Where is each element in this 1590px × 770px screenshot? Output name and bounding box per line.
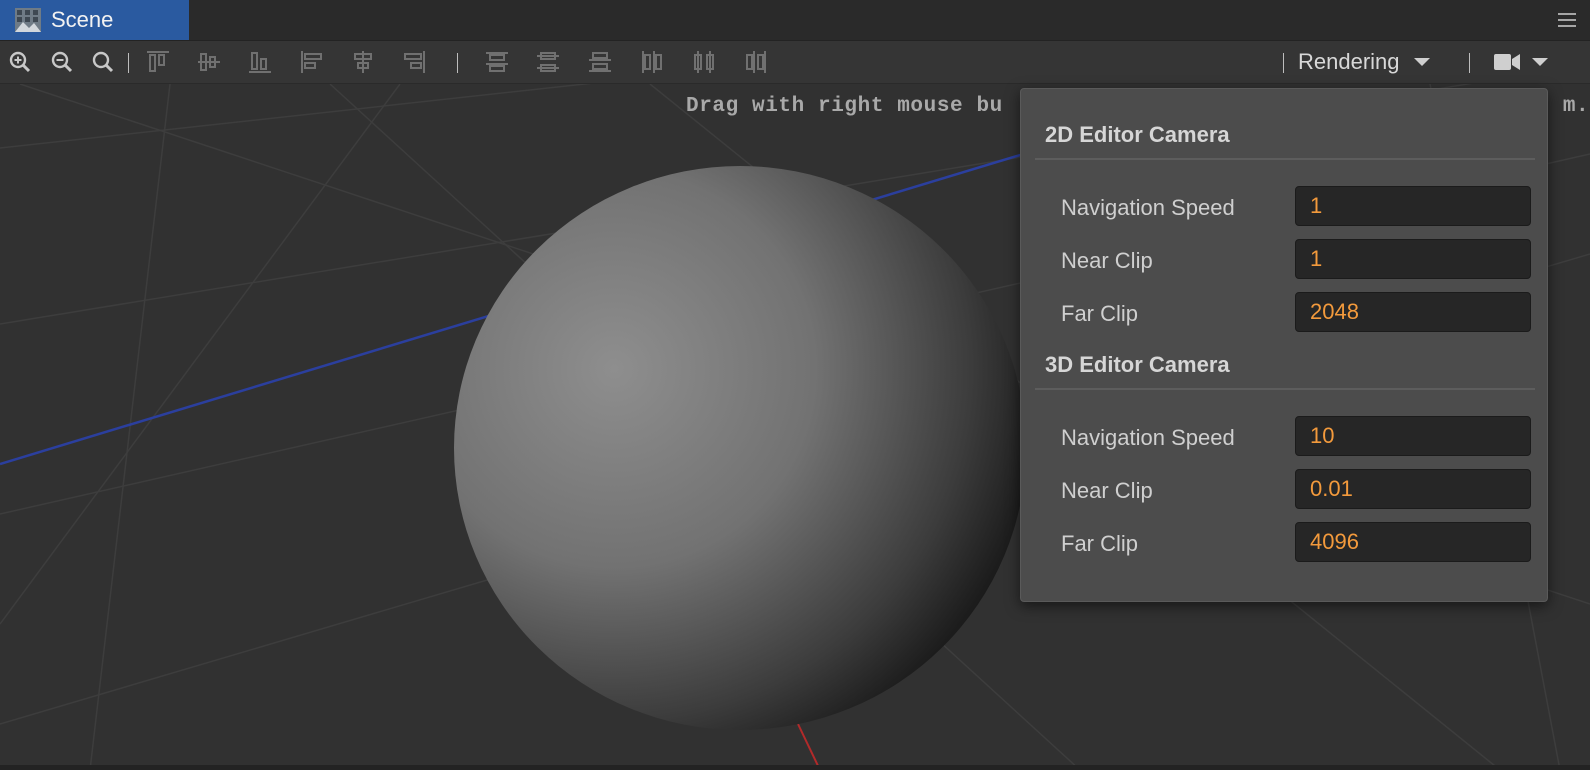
section-title-3d-camera: 3D Editor Camera xyxy=(1045,352,1230,377)
zoom-reset-icon[interactable] xyxy=(91,50,115,74)
align-top-icon[interactable] xyxy=(146,50,170,74)
sphere-object[interactable] xyxy=(454,166,1026,730)
red-axis-line xyxy=(797,723,821,770)
scene-grid-icon xyxy=(15,8,41,32)
field-label-2d-navigation-speed: Navigation Speed xyxy=(1061,195,1235,220)
toolbar-separator xyxy=(1283,53,1284,73)
input-3d-near-clip[interactable] xyxy=(1295,469,1531,509)
distribute-right-icon[interactable] xyxy=(744,50,768,74)
distribute-horizontal-center-icon[interactable] xyxy=(692,50,716,74)
section-divider xyxy=(1035,158,1535,160)
field-label-2d-far-clip: Far Clip xyxy=(1061,301,1139,326)
distribute-bottom-icon[interactable] xyxy=(588,50,612,74)
field-label-3d-far-clip: Far Clip xyxy=(1061,531,1139,556)
zoom-out-icon[interactable] xyxy=(50,50,74,74)
field-label-3d-near-clip: Near Clip xyxy=(1061,478,1153,503)
tab-scene[interactable]: Scene xyxy=(0,0,189,40)
distribute-top-icon[interactable] xyxy=(485,50,509,74)
bottom-border xyxy=(0,765,1590,770)
chevron-down-icon xyxy=(1532,58,1548,66)
input-3d-far-clip[interactable] xyxy=(1295,522,1531,562)
zoom-in-icon[interactable] xyxy=(8,50,32,74)
field-label-2d-near-clip: Near Clip xyxy=(1061,248,1153,273)
input-2d-near-clip[interactable] xyxy=(1295,239,1531,279)
chevron-down-icon xyxy=(1413,58,1430,66)
field-label-3d-navigation-speed: Navigation Speed xyxy=(1061,425,1235,450)
toolbar-separator xyxy=(1469,53,1470,73)
camera-settings-popup: 2D Editor Camera Navigation Speed Near C… xyxy=(1020,88,1548,602)
align-vertical-center-icon[interactable] xyxy=(197,50,221,74)
section-title-2d-camera: 2D Editor Camera xyxy=(1045,122,1230,147)
toolbar-separator xyxy=(128,53,129,73)
tab-label: Scene xyxy=(51,7,114,32)
align-bottom-icon[interactable] xyxy=(248,50,272,74)
tab-bar: Scene xyxy=(0,0,1590,41)
hamburger-menu-icon[interactable] xyxy=(1558,13,1576,27)
input-3d-navigation-speed[interactable] xyxy=(1295,416,1531,456)
toolbar-separator xyxy=(457,53,458,73)
align-right-icon[interactable] xyxy=(402,50,426,74)
distribute-left-icon[interactable] xyxy=(640,50,664,74)
align-left-icon[interactable] xyxy=(300,50,324,74)
video-camera-icon xyxy=(1494,54,1520,70)
scene-toolbar: Rendering xyxy=(0,41,1590,84)
align-horizontal-center-icon[interactable] xyxy=(351,50,375,74)
camera-settings-dropdown[interactable] xyxy=(1494,41,1548,83)
section-divider xyxy=(1035,388,1535,390)
input-2d-far-clip[interactable] xyxy=(1295,292,1531,332)
rendering-label: Rendering xyxy=(1298,49,1400,74)
input-2d-navigation-speed[interactable] xyxy=(1295,186,1531,226)
rendering-dropdown[interactable]: Rendering xyxy=(1298,41,1430,83)
distribute-vertical-center-icon[interactable] xyxy=(536,50,560,74)
